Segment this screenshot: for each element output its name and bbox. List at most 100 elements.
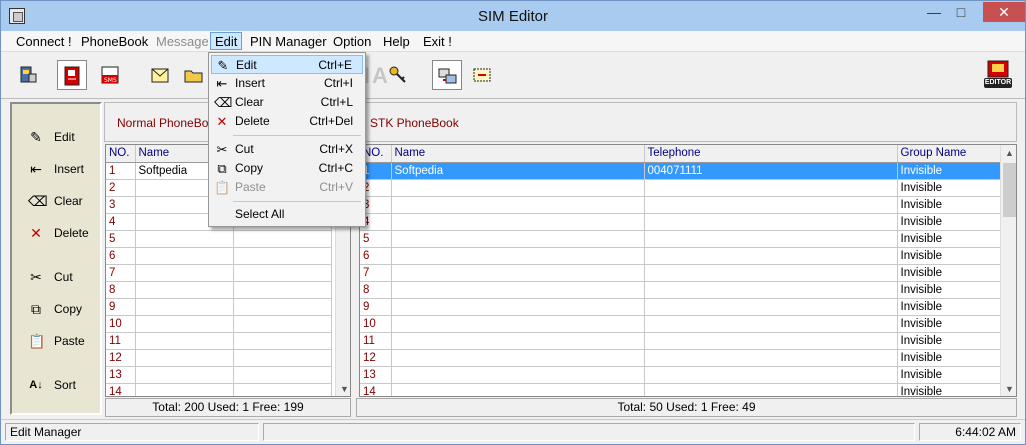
- table-row[interactable]: 3 Invisible: [360, 196, 1001, 214]
- edit-menu-item-select-all[interactable]: Select All: [211, 205, 363, 224]
- menu-phonebook[interactable]: PhoneBook: [77, 33, 152, 51]
- row-group-name[interactable]: Invisible: [897, 179, 1001, 197]
- tool-sim-reader[interactable]: [13, 60, 43, 90]
- row-name[interactable]: [391, 349, 645, 367]
- row-number[interactable]: 3: [106, 196, 136, 214]
- table-row[interactable]: 11 Invisible: [360, 332, 1001, 350]
- row-telephone[interactable]: [644, 230, 898, 248]
- row-group-name[interactable]: Invisible: [897, 349, 1001, 367]
- row-telephone[interactable]: [644, 264, 898, 282]
- row-number[interactable]: 8: [106, 281, 136, 299]
- menu-message[interactable]: Message: [152, 33, 213, 51]
- row-number[interactable]: 2: [106, 179, 136, 197]
- row-number[interactable]: 9: [106, 298, 136, 316]
- row-telephone[interactable]: [644, 315, 898, 333]
- row-name[interactable]: [135, 332, 234, 350]
- row-telephone[interactable]: [644, 349, 898, 367]
- table-row[interactable]: 6: [106, 247, 332, 265]
- row-name[interactable]: [391, 196, 645, 214]
- row-number[interactable]: 4: [106, 213, 136, 231]
- table-row[interactable]: 9 Invisible: [360, 298, 1001, 316]
- row-group-name[interactable]: Invisible: [897, 247, 1001, 265]
- menu-help[interactable]: Help: [379, 33, 414, 51]
- table-row[interactable]: 5 Invisible: [360, 230, 1001, 248]
- row-name[interactable]: [391, 264, 645, 282]
- row-group-name[interactable]: Invisible: [897, 315, 1001, 333]
- row-telephone[interactable]: [644, 332, 898, 350]
- table-row[interactable]: 7 Invisible: [360, 264, 1001, 282]
- row-telephone[interactable]: [644, 366, 898, 384]
- row-telephone[interactable]: [644, 179, 898, 197]
- edit-menu-item-copy[interactable]: ⧉ Copy Ctrl+C: [211, 159, 363, 178]
- table-row[interactable]: 6 Invisible: [360, 247, 1001, 265]
- row-extra[interactable]: [233, 315, 332, 333]
- row-name[interactable]: [135, 298, 234, 316]
- row-name[interactable]: [135, 366, 234, 384]
- row-telephone[interactable]: [644, 196, 898, 214]
- table-row[interactable]: 7: [106, 264, 332, 282]
- sidebar-cut-button[interactable]: ✂ Cut: [20, 266, 100, 288]
- row-name[interactable]: [135, 315, 234, 333]
- row-number[interactable]: 5: [106, 230, 136, 248]
- sidebar-sort-button[interactable]: A↓ Sort: [20, 374, 100, 396]
- row-telephone[interactable]: [644, 383, 898, 396]
- sidebar-delete-button[interactable]: ✕ Delete: [20, 222, 100, 244]
- minimize-button[interactable]: —: [921, 2, 947, 22]
- col-no[interactable]: NO.: [106, 145, 136, 163]
- col-name[interactable]: Name: [391, 145, 645, 163]
- table-row[interactable]: 14 Invisible: [360, 383, 1001, 396]
- table-row[interactable]: 2 Invisible: [360, 179, 1001, 197]
- row-extra[interactable]: [233, 264, 332, 282]
- row-name[interactable]: [391, 247, 645, 265]
- row-group-name[interactable]: Invisible: [897, 196, 1001, 214]
- menu-exit[interactable]: Exit !: [419, 33, 456, 51]
- row-number[interactable]: 11: [106, 332, 136, 350]
- table-row[interactable]: 13 Invisible: [360, 366, 1001, 384]
- menu-option[interactable]: Option: [329, 33, 375, 51]
- table-row[interactable]: 12: [106, 349, 332, 367]
- edit-menu-item-paste[interactable]: 📋 Paste Ctrl+V: [211, 178, 363, 197]
- sidebar-edit-button[interactable]: ✎ Edit: [20, 126, 100, 148]
- tool-copy-sim[interactable]: [432, 60, 462, 90]
- table-row[interactable]: 14: [106, 383, 332, 396]
- col-telephone[interactable]: Telephone: [644, 145, 898, 163]
- table-row[interactable]: 8: [106, 281, 332, 299]
- row-telephone[interactable]: [644, 298, 898, 316]
- tool-phonebook[interactable]: [57, 60, 87, 90]
- row-extra[interactable]: [233, 349, 332, 367]
- row-name[interactable]: [391, 332, 645, 350]
- row-number[interactable]: 10: [360, 315, 392, 333]
- row-name[interactable]: [135, 349, 234, 367]
- row-group-name[interactable]: Invisible: [897, 366, 1001, 384]
- row-telephone[interactable]: [644, 281, 898, 299]
- row-name[interactable]: [391, 383, 645, 396]
- table-row[interactable]: 8 Invisible: [360, 281, 1001, 299]
- row-number[interactable]: 14: [360, 383, 392, 396]
- row-name[interactable]: [135, 230, 234, 248]
- row-number[interactable]: 6: [106, 247, 136, 265]
- edit-menu-item-delete[interactable]: ✕ Delete Ctrl+Del: [211, 112, 363, 131]
- row-name[interactable]: [135, 264, 234, 282]
- table-row[interactable]: 1 Softpedia 004071111 Invisible: [360, 162, 1001, 180]
- table-row[interactable]: 10: [106, 315, 332, 333]
- row-number[interactable]: 10: [106, 315, 136, 333]
- menu-connect[interactable]: Connect !: [12, 33, 76, 51]
- row-name[interactable]: [135, 383, 234, 396]
- sidebar-paste-button[interactable]: 📋 Paste: [20, 330, 100, 352]
- sidebar-insert-button[interactable]: ⇤ Insert: [20, 158, 100, 180]
- table-row[interactable]: 9: [106, 298, 332, 316]
- col-group-name[interactable]: Group Name: [897, 145, 1001, 163]
- row-number[interactable]: 7: [106, 264, 136, 282]
- table-row[interactable]: 13: [106, 366, 332, 384]
- row-number[interactable]: 6: [360, 247, 392, 265]
- edit-menu-item-clear[interactable]: ⌫ Clear Ctrl+L: [211, 93, 363, 112]
- tool-sms[interactable]: SMS: [95, 60, 125, 90]
- row-name[interactable]: [135, 247, 234, 265]
- edit-menu-item-edit[interactable]: ✎ Edit Ctrl+E: [211, 55, 363, 74]
- sidebar-clear-button[interactable]: ⌫ Clear: [20, 190, 100, 212]
- table-row[interactable]: 4 Invisible: [360, 213, 1001, 231]
- row-group-name[interactable]: Invisible: [897, 298, 1001, 316]
- title-bar[interactable]: SIM Editor — □ ✕: [1, 1, 1025, 31]
- row-telephone[interactable]: [644, 213, 898, 231]
- scroll-up-icon[interactable]: ▲: [1001, 145, 1016, 162]
